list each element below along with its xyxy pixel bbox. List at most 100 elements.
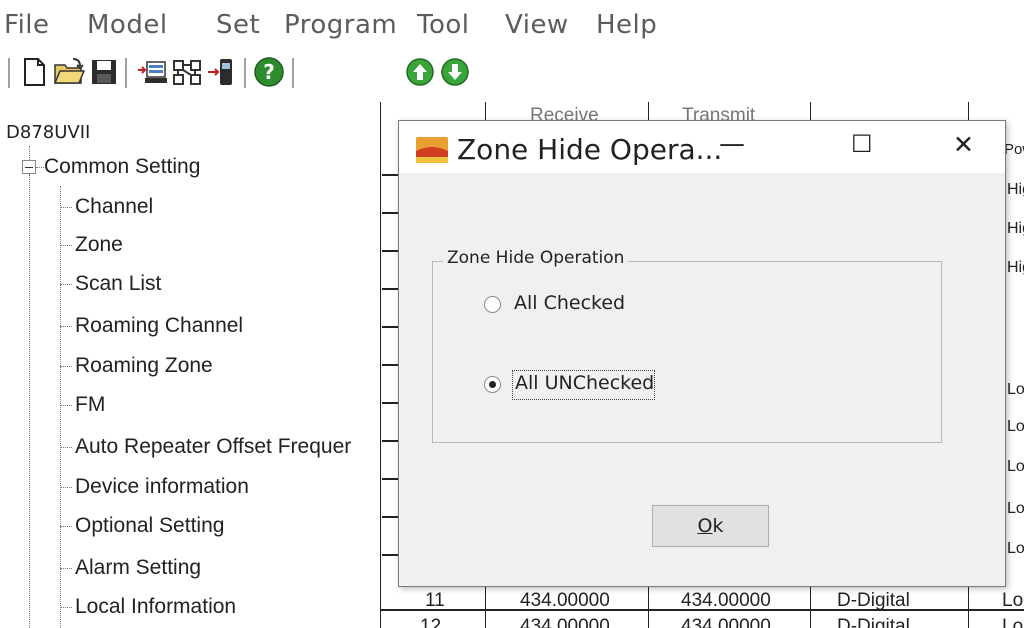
tree-connector xyxy=(36,167,44,168)
ok-mnemonic: O xyxy=(697,515,713,537)
all-unchecked-label[interactable]: All UNChecked xyxy=(515,372,654,394)
tree-connector xyxy=(60,607,72,608)
tree-collapse-icon[interactable] xyxy=(22,160,36,174)
tree-connector xyxy=(60,405,72,406)
menu-tool[interactable]: Tool xyxy=(417,10,470,40)
row-header-tick xyxy=(382,326,398,328)
tree-connector xyxy=(60,568,72,569)
row-header-tick xyxy=(382,478,398,480)
dialog-title: Zone Hide Opera... xyxy=(457,133,723,166)
tree-item-channel[interactable]: Channel xyxy=(75,195,153,219)
menu-set[interactable]: Set xyxy=(216,10,260,40)
power-cell[interactable]: Lo xyxy=(1007,381,1024,399)
row-header-tick xyxy=(382,554,398,556)
tree-connector xyxy=(60,366,72,367)
row-header-tick xyxy=(382,174,398,176)
tree-connector xyxy=(60,526,72,527)
row-header-tick xyxy=(382,402,398,404)
help-icon[interactable]: ? xyxy=(253,56,285,88)
tree-item-optional-setting[interactable]: Optional Setting xyxy=(75,514,224,538)
tree-item-auto-repeater-offset[interactable]: Auto Repeater Offset Frequer xyxy=(75,435,351,459)
row-header-tick xyxy=(382,212,398,214)
tree-connector xyxy=(60,186,61,628)
channel-type-cell[interactable]: D-Digital xyxy=(837,616,910,628)
tree-item-scan-list[interactable]: Scan List xyxy=(75,272,161,296)
tree-connector xyxy=(60,326,72,327)
menu-program[interactable]: Program xyxy=(284,10,397,40)
close-icon: ✕ xyxy=(953,130,974,159)
row-header-tick xyxy=(382,440,398,442)
new-file-icon[interactable] xyxy=(18,56,50,88)
menu-model[interactable]: Model xyxy=(87,10,168,40)
app-logo-icon xyxy=(416,137,448,163)
minimize-button[interactable]: — xyxy=(695,121,765,173)
menu-bar: File Model Set Program Tool View Help xyxy=(0,0,1024,50)
tree-item-device-information[interactable]: Device information xyxy=(75,475,249,499)
power-cell[interactable]: Hig xyxy=(1007,259,1024,277)
power-cell[interactable]: Lo xyxy=(1007,540,1024,558)
zone-hide-dialog: Zone Hide Opera... — ☐ ✕ Zone Hide Opera… xyxy=(398,120,1006,587)
tree-connector xyxy=(29,174,30,628)
tree-item-alarm-setting[interactable]: Alarm Setting xyxy=(75,556,201,580)
toolbar-separator xyxy=(244,58,246,88)
open-folder-icon[interactable] xyxy=(53,56,85,88)
toolbar-separator xyxy=(8,58,10,88)
power-cell[interactable]: Lo xyxy=(1007,500,1024,518)
receive-frequency-cell[interactable]: 434.00000 xyxy=(520,616,610,628)
minimize-icon: — xyxy=(719,129,745,159)
grid-line xyxy=(380,102,381,628)
network-icon[interactable] xyxy=(171,56,203,88)
row-header-tick xyxy=(382,250,398,252)
ok-button[interactable]: Ok xyxy=(652,505,769,547)
power-cell[interactable]: Hig xyxy=(1007,181,1024,199)
tree-connector xyxy=(60,447,72,448)
row-header-tick xyxy=(382,516,398,518)
tree-item-local-information[interactable]: Local Information xyxy=(75,595,236,619)
tree-connector xyxy=(60,487,72,488)
tree-connector xyxy=(60,207,72,208)
power-cell[interactable]: Lo xyxy=(1007,458,1024,476)
row-header-tick xyxy=(382,364,398,366)
menu-help[interactable]: Help xyxy=(596,10,657,40)
transmit-frequency-cell[interactable]: 434.00000 xyxy=(681,616,771,628)
dialog-title-bar[interactable]: Zone Hide Opera... — ☐ ✕ xyxy=(399,121,1005,173)
download-icon[interactable] xyxy=(439,56,471,88)
tree-item-common-setting[interactable]: Common Setting xyxy=(44,155,200,179)
save-disk-icon[interactable] xyxy=(88,56,120,88)
write-to-radio-icon[interactable] xyxy=(206,56,238,88)
tree-item-roaming-channel[interactable]: Roaming Channel xyxy=(75,314,243,338)
tree-connector xyxy=(60,245,72,246)
groupbox-label: Zone Hide Operation xyxy=(443,248,629,268)
toolbar-separator xyxy=(125,58,127,88)
maximize-icon: ☐ xyxy=(851,130,873,158)
tree-item-roaming-zone[interactable]: Roaming Zone xyxy=(75,354,213,378)
tree-item-fm[interactable]: FM xyxy=(75,393,105,417)
power-cell[interactable]: Lo xyxy=(1002,616,1023,628)
tree-item-zone[interactable]: Zone xyxy=(75,233,123,257)
read-from-radio-icon[interactable] xyxy=(136,56,168,88)
all-unchecked-radio[interactable] xyxy=(484,376,501,393)
all-checked-label[interactable]: All Checked xyxy=(514,292,625,314)
ok-label-rest: k xyxy=(712,515,724,537)
transmit-frequency-cell[interactable]: 434.00000 xyxy=(681,590,771,612)
svg-text:?: ? xyxy=(263,60,275,84)
tree-root-device[interactable]: D878UVII xyxy=(6,122,90,143)
row-number-cell[interactable]: 12 xyxy=(420,616,441,628)
close-button[interactable]: ✕ xyxy=(931,121,1001,173)
row-number-cell[interactable]: 11 xyxy=(425,590,445,612)
menu-file[interactable]: File xyxy=(4,10,50,40)
tree-connector xyxy=(60,284,72,285)
upload-icon[interactable] xyxy=(404,56,436,88)
power-cell[interactable]: Lo xyxy=(1007,418,1024,436)
column-header-power: Pow xyxy=(1004,141,1024,158)
power-cell[interactable]: Lo xyxy=(1002,590,1023,612)
zone-hide-groupbox: Zone Hide Operation xyxy=(432,248,942,443)
toolbar-separator xyxy=(292,58,294,88)
maximize-button[interactable]: ☐ xyxy=(828,121,898,173)
all-checked-radio[interactable] xyxy=(484,296,501,313)
menu-view[interactable]: View xyxy=(505,10,569,40)
tree-connector xyxy=(29,146,30,160)
channel-type-cell[interactable]: D-Digital xyxy=(837,590,910,612)
power-cell[interactable]: Hig xyxy=(1007,220,1024,238)
receive-frequency-cell[interactable]: 434.00000 xyxy=(520,590,610,612)
